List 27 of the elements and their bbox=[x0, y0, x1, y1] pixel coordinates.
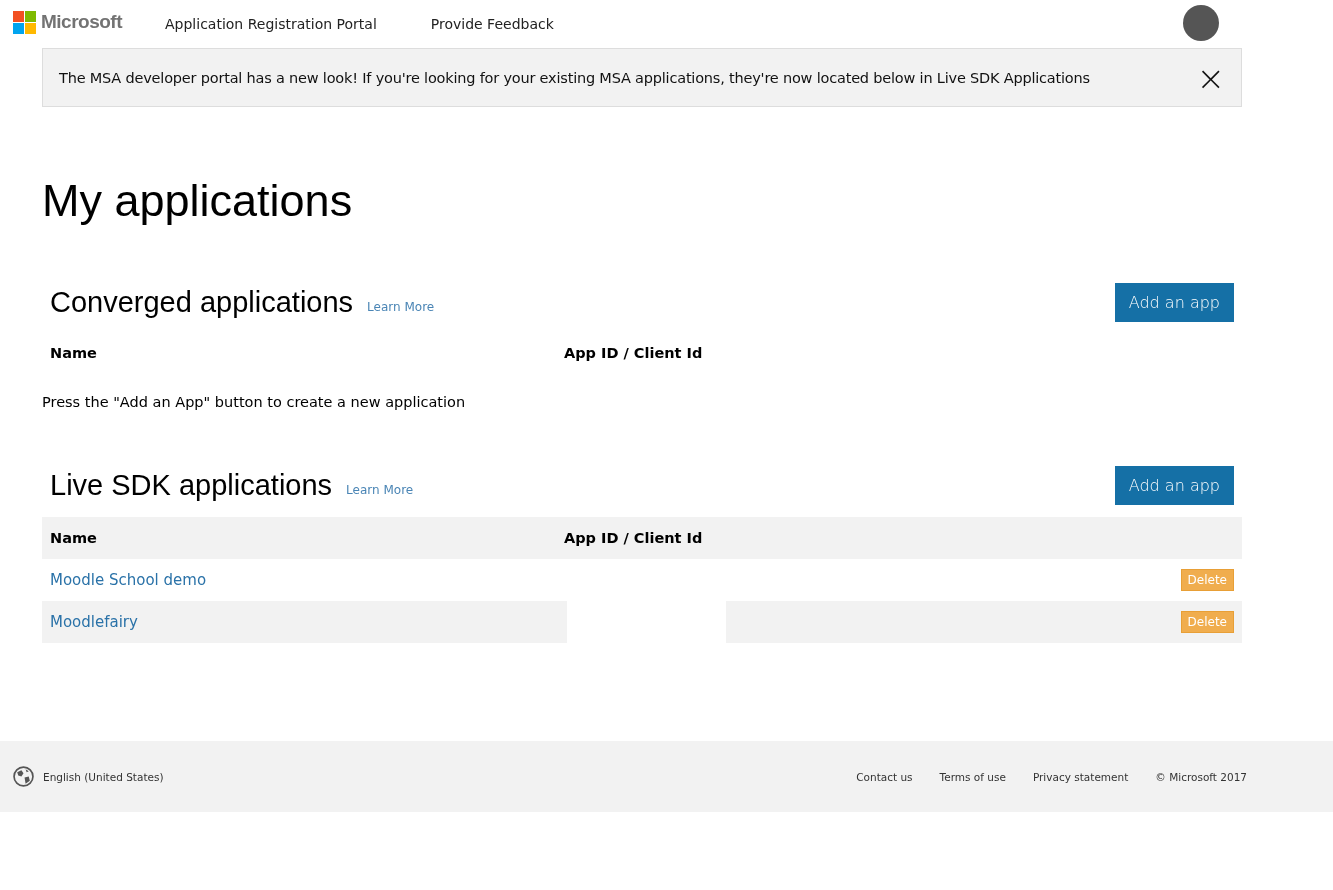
nav-link[interactable]: Application Registration Portal bbox=[165, 16, 377, 32]
column-header: App ID / Client Id bbox=[564, 345, 703, 361]
section-title: Live SDK applications bbox=[50, 468, 333, 502]
learn-more-link[interactable]: Learn More bbox=[367, 300, 435, 314]
footer-link[interactable]: Privacy statement bbox=[1032, 770, 1129, 783]
footer-link[interactable]: Contact us bbox=[856, 770, 913, 783]
avatar[interactable] bbox=[1183, 5, 1219, 41]
add-app-button[interactable]: Add an app bbox=[1114, 282, 1234, 322]
page-title: My applications bbox=[42, 174, 354, 228]
language-selector[interactable]: English (United States) bbox=[43, 770, 164, 783]
notice-text: The MSA developer portal has a new look! If you're looking for your existing MSA applications, they're now located below in Live SDK Applications bbox=[59, 69, 1091, 86]
section-title: Converged applications bbox=[50, 285, 354, 319]
copyright-text: © Microsoft 2017 bbox=[1155, 770, 1247, 783]
empty-message: Press the "Add an App" button to create a new application bbox=[42, 394, 467, 412]
column-header: Name bbox=[49, 345, 98, 361]
microsoft-logo-icon bbox=[13, 10, 36, 34]
brand-name: Microsoft bbox=[41, 11, 122, 33]
column-header: Name bbox=[49, 530, 98, 546]
column-header: App ID / Client Id bbox=[564, 530, 703, 546]
nav-link[interactable]: Provide Feedback bbox=[430, 16, 554, 32]
app-name-link[interactable]: Moodlefairy bbox=[50, 613, 138, 631]
footer-link[interactable]: Terms of use bbox=[939, 770, 1006, 783]
close-button[interactable]: × bbox=[1196, 60, 1225, 95]
learn-more-link[interactable]: Learn More bbox=[346, 483, 414, 497]
globe-icon bbox=[13, 766, 34, 787]
app-name-link[interactable]: Moodle School demo bbox=[50, 571, 207, 589]
add-app-button[interactable]: Add an app bbox=[1114, 465, 1234, 505]
